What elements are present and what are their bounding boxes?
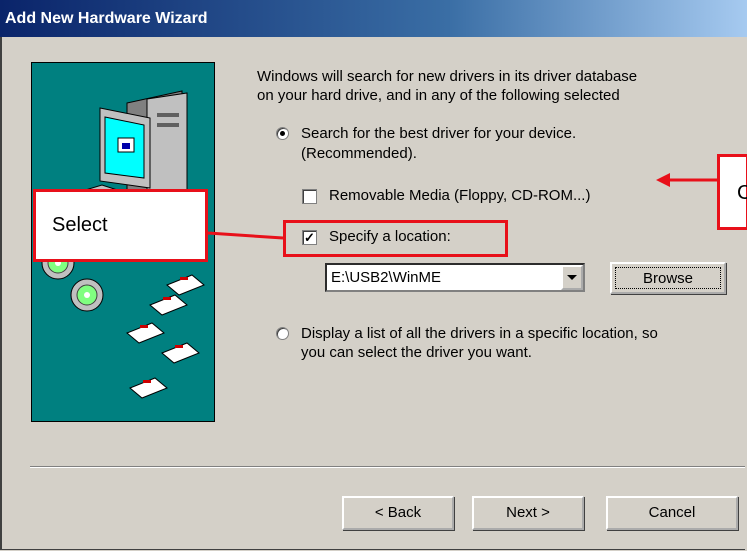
- callout-arrows: [207, 173, 717, 240]
